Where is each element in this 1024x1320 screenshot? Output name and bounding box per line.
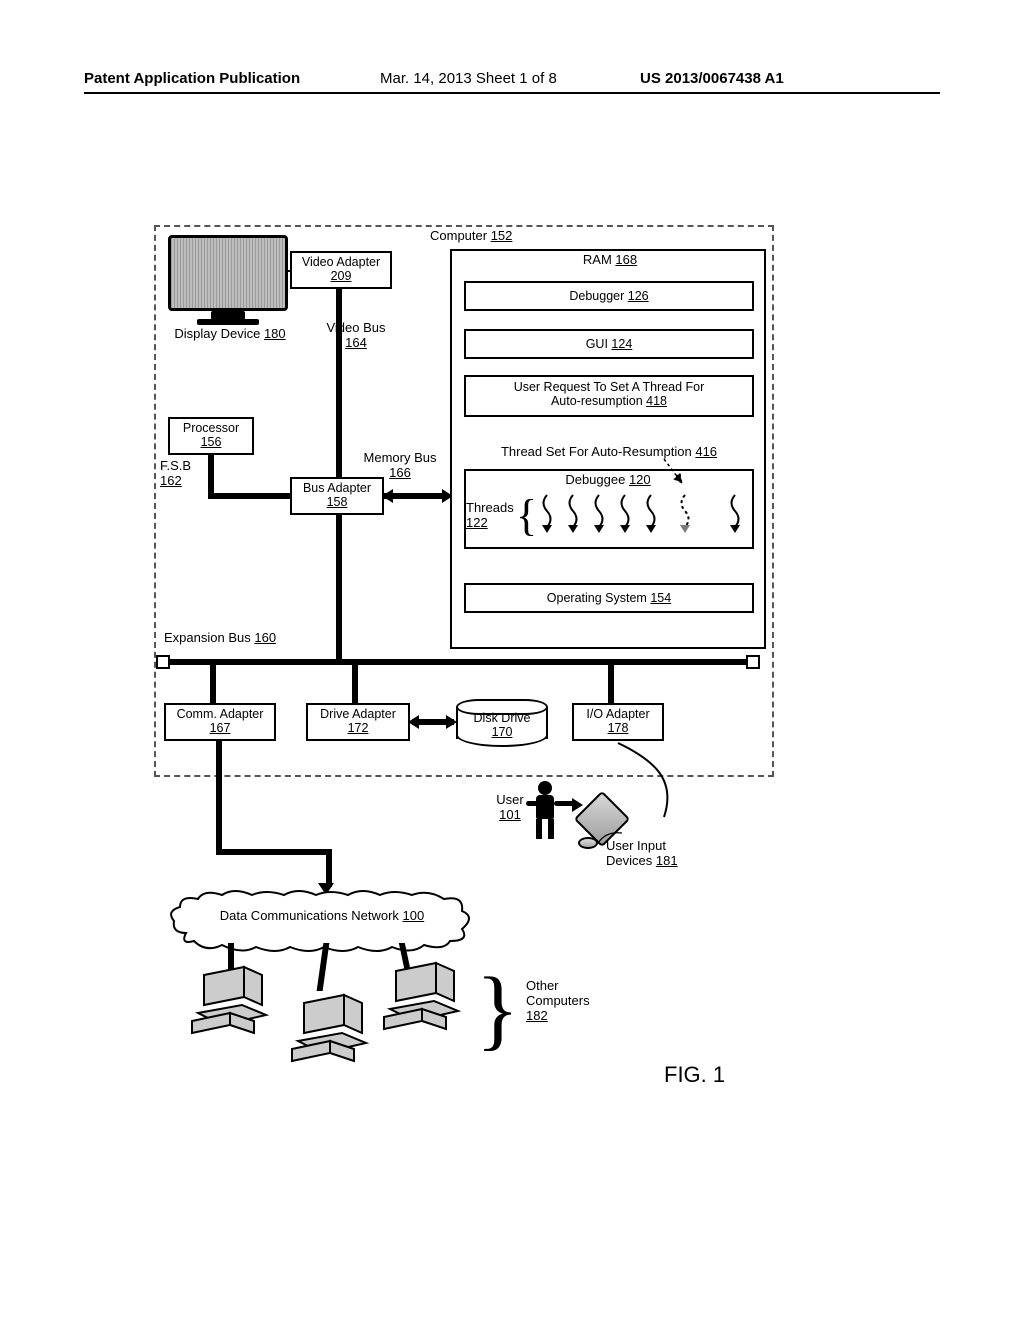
- video-bus-num: 164: [345, 335, 367, 350]
- ram-title: RAM: [583, 252, 612, 267]
- display-device-title: Display Device: [174, 326, 260, 341]
- network-title: Data Communications Network: [220, 908, 399, 923]
- thread-icon: [642, 493, 660, 533]
- display-device-num: 180: [264, 326, 286, 341]
- io-adapter-box: I/O Adapter178: [572, 703, 664, 741]
- ram-num: 168: [615, 252, 637, 267]
- video-adapter-box: Video Adapter209: [290, 251, 392, 289]
- thread-icon: [590, 493, 608, 533]
- comm-adapter-box: Comm. Adapter167: [164, 703, 276, 741]
- io-adapter-connector: [616, 741, 696, 821]
- processor-box: Processor156: [168, 417, 254, 455]
- thread-icon: [726, 493, 744, 533]
- disk-drive-icon: Disk Drive170: [456, 699, 548, 747]
- bus-adapter-box: Bus Adapter158: [290, 477, 384, 515]
- expansion-bus-num: 160: [254, 630, 276, 645]
- user-input-devices-num: 181: [656, 853, 678, 868]
- os-box: Operating System 154: [464, 583, 754, 613]
- memory-bus-num: 166: [389, 465, 411, 480]
- thread-icon: [616, 493, 634, 533]
- user-request-box: User Request To Set A Thread ForAuto-res…: [464, 375, 754, 417]
- debugger-box: Debugger 126: [464, 281, 754, 311]
- thread-icon: [564, 493, 582, 533]
- computer-icon: [284, 993, 376, 1065]
- gui-box: GUI 124: [464, 329, 754, 359]
- user-num: 101: [499, 807, 521, 822]
- pointer-to-thread-icon: [662, 457, 692, 493]
- computer-icon: [376, 961, 468, 1033]
- mouse-icon: [578, 837, 598, 849]
- other-computers-title-2: Computers: [526, 993, 590, 1008]
- memory-bus-title: Memory Bus: [364, 450, 437, 465]
- debuggee-title: Debuggee: [565, 472, 625, 487]
- threads-title: Threads: [466, 500, 514, 515]
- display-device-icon: [168, 235, 288, 311]
- network-num: 100: [403, 908, 425, 923]
- figure-label: FIG. 1: [664, 1062, 725, 1088]
- user-title: User: [496, 792, 523, 807]
- threads-num: 122: [466, 515, 488, 530]
- page-header-mid: Mar. 14, 2013 Sheet 1 of 8: [380, 70, 557, 87]
- thread-set-num: 416: [695, 444, 717, 459]
- thread-icon: [538, 493, 556, 533]
- drive-adapter-box: Drive Adapter172: [306, 703, 410, 741]
- computer-title: Computer: [430, 228, 487, 243]
- header-rule: [84, 92, 940, 94]
- video-bus-line: [336, 289, 342, 477]
- other-computers-num: 182: [526, 1008, 548, 1023]
- page-header-left: Patent Application Publication: [84, 70, 300, 87]
- other-computers-title-1: Other: [526, 978, 559, 993]
- thread-icon-dashed: [676, 493, 694, 533]
- page-header-right: US 2013/0067438 A1: [640, 70, 784, 87]
- expansion-bus-line: [164, 659, 754, 665]
- computer-icon: [184, 965, 276, 1037]
- debuggee-num: 120: [629, 472, 651, 487]
- fsb-title: F.S.B: [160, 458, 191, 473]
- memory-bus-line: [384, 493, 448, 499]
- brace-icon: }: [476, 965, 504, 1055]
- expansion-bus-title: Expansion Bus: [164, 630, 251, 645]
- fsb-num: 162: [160, 473, 182, 488]
- computer-num: 152: [491, 228, 513, 243]
- user-input-devices-title: User Input: [606, 838, 666, 853]
